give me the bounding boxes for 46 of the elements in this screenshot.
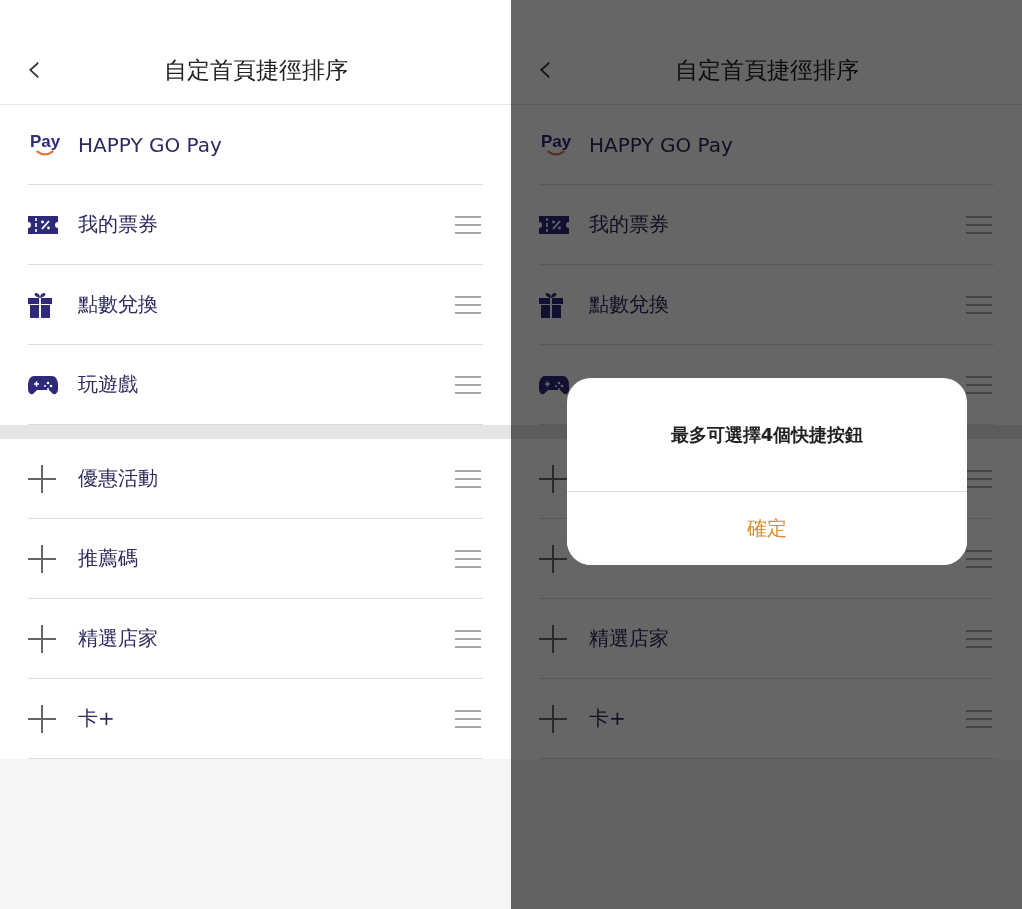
gamepad-icon	[28, 374, 58, 395]
drag-handle-icon[interactable]	[966, 629, 992, 648]
drag-handle-icon[interactable]	[966, 295, 992, 314]
shortcut-label: 精選店家	[78, 625, 158, 652]
plus-icon[interactable]	[28, 624, 56, 653]
plus-icon[interactable]	[539, 704, 567, 733]
gift-icon	[539, 291, 563, 318]
ticket-icon	[539, 215, 569, 234]
shortcut-label: 卡+	[78, 705, 115, 732]
shortcut-label: 精選店家	[589, 625, 669, 652]
pay-logo: Pay	[541, 133, 572, 156]
drag-handle-icon[interactable]	[966, 549, 992, 568]
plus-icon[interactable]	[539, 544, 567, 573]
shortcut-label: 卡+	[589, 705, 626, 732]
shortcut-label: 點數兌換	[589, 291, 669, 318]
drag-handle-icon[interactable]	[966, 215, 992, 234]
plus-icon[interactable]	[28, 704, 56, 733]
gift-icon	[28, 291, 52, 318]
back-button[interactable]: ‹	[26, 48, 42, 88]
drag-handle-icon[interactable]	[455, 709, 481, 728]
drag-handle-icon[interactable]	[455, 295, 481, 314]
plus-icon[interactable]	[28, 464, 56, 493]
shortcut-label: 點數兌換	[78, 291, 158, 318]
plus-icon[interactable]	[28, 544, 56, 573]
shortcut-label: HAPPY GO Pay	[78, 132, 222, 157]
shortcut-label: 推薦碼	[78, 545, 138, 572]
ticket-icon	[28, 215, 58, 234]
shortcut-label: 我的票券	[78, 211, 158, 238]
plus-icon[interactable]	[539, 464, 567, 493]
drag-handle-icon[interactable]	[455, 215, 481, 234]
drag-handle-icon[interactable]	[455, 549, 481, 568]
drag-handle-icon[interactable]	[966, 375, 992, 394]
page-title: 自定首頁捷徑排序	[674, 55, 859, 85]
shortcut-label: 玩遊戲	[78, 371, 138, 398]
drag-handle-icon[interactable]	[455, 469, 481, 488]
pay-logo: Pay	[30, 133, 61, 156]
drag-handle-icon[interactable]	[966, 469, 992, 488]
page-title: 自定首頁捷徑排序	[163, 55, 348, 85]
shortcut-label: 優惠活動	[78, 465, 158, 492]
shortcut-label: HAPPY GO Pay	[589, 132, 733, 157]
shortcut-label: 我的票券	[589, 211, 669, 238]
drag-handle-icon[interactable]	[455, 375, 481, 394]
plus-icon[interactable]	[539, 624, 567, 653]
drag-handle-icon[interactable]	[455, 629, 481, 648]
drag-handle-icon[interactable]	[966, 709, 992, 728]
back-button[interactable]: ‹	[537, 48, 553, 88]
